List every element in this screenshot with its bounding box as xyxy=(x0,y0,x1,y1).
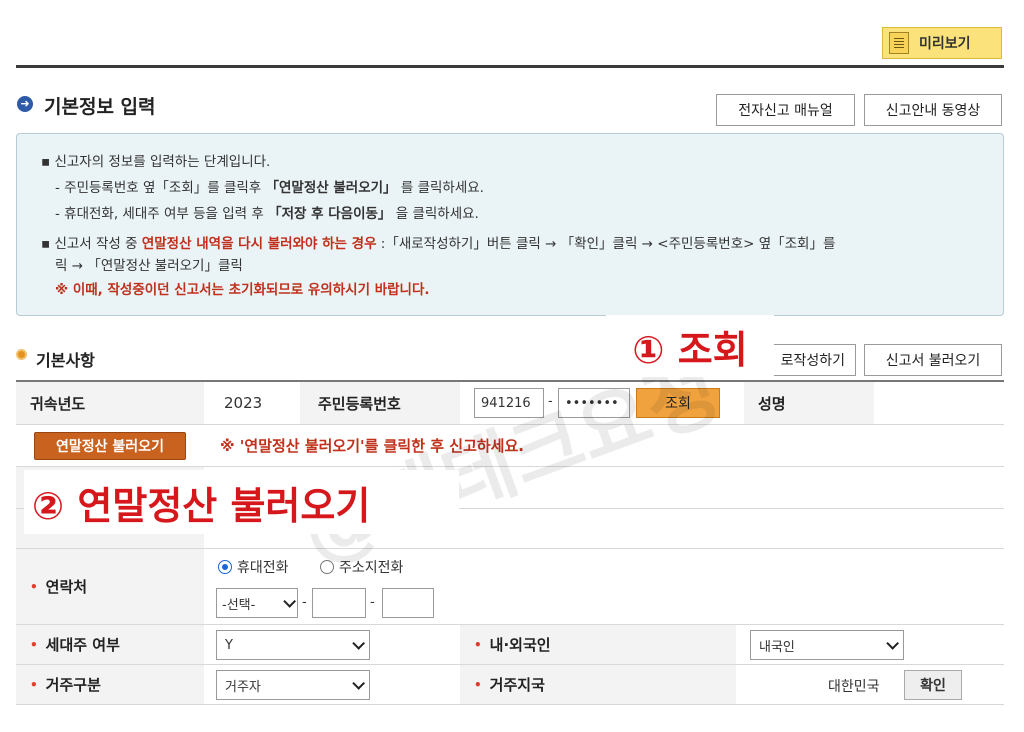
page-title: 기본정보 입력 xyxy=(44,96,156,118)
name-label: 성명 xyxy=(744,382,874,424)
arrow-circle-icon: ➜ xyxy=(17,96,33,112)
table-row: 연말정산 불러오기 ※ '연말정산 불러오기'를 클릭한 후 신고하세요. xyxy=(16,425,1004,467)
householder-label: 세대주 여부 xyxy=(45,636,120,654)
radio-mobile[interactable]: 휴대전화 xyxy=(218,557,289,577)
rrn-label: 주민등록번호 xyxy=(300,382,460,424)
required-mark: • xyxy=(474,677,482,692)
radio-home[interactable]: 주소지전화 xyxy=(320,557,403,577)
phone-last-input[interactable] xyxy=(382,588,434,618)
rrn-cell: 941216 - ••••••• 조회 xyxy=(460,382,744,424)
info-line-1: ▪ 신고자의 정보를 입력하는 단계입니다. xyxy=(41,154,271,170)
bullet-icon xyxy=(16,349,27,360)
nationality-label: 내·외국인 xyxy=(489,636,551,654)
annotation-step-2: ② 연말정산 불러오기 xyxy=(24,470,459,534)
chevron-down-icon xyxy=(352,636,365,650)
top-divider xyxy=(16,65,1004,68)
confirm-button[interactable]: 확인 xyxy=(904,670,962,700)
residence-country-label: 거주지국 xyxy=(489,676,545,694)
info-line-3-post: 을 클릭하세요. xyxy=(391,206,479,222)
nationality-value: 내국인 xyxy=(759,639,795,655)
nationality-select[interactable]: 내국인 xyxy=(750,630,904,660)
radio-mobile-label: 휴대전화 xyxy=(237,560,289,576)
info-line-3-bold: 「저장 후 다음이동」 xyxy=(268,206,392,222)
info-line-4: ▪ 신고서 작성 중 연말정산 내역을 다시 불러와야 하는 경우 :「새로작성… xyxy=(41,232,835,252)
info-line-4-red: 연말정산 내역을 다시 불러와야 하는 경우 xyxy=(141,236,377,252)
householder-select[interactable]: Y xyxy=(216,630,370,660)
householder-cell: Y xyxy=(204,625,460,664)
residence-label: 거주구분 xyxy=(45,676,101,694)
table-row: • 연락처 휴대전화 주소지전화 -선택- - - xyxy=(16,549,1004,625)
info-line-2-bold: 「연말정산 불러오기」 xyxy=(265,180,397,196)
residence-country-cell: 대한민국 확인 xyxy=(736,665,1004,704)
table-row: • 거주구분 거주자 • 거주지국 대한민국 확인 xyxy=(16,665,1004,705)
annotation-step-1: ① 조회 xyxy=(606,315,774,377)
phone-sep-2: - xyxy=(370,595,375,610)
contact-cell: 휴대전화 주소지전화 -선택- - - xyxy=(204,549,604,624)
contact-label: 연락처 xyxy=(45,578,88,596)
phone-prefix-select[interactable]: -선택- xyxy=(216,588,298,618)
required-mark: • xyxy=(30,677,38,692)
residence-country-value: 대한민국 xyxy=(828,679,880,695)
rrn-back-input[interactable]: ••••••• xyxy=(558,388,630,418)
chevron-down-icon xyxy=(886,636,899,650)
year-value: 2023 xyxy=(224,394,263,412)
chevron-down-icon xyxy=(283,594,296,608)
yearend-load-button[interactable]: 연말정산 불러오기 xyxy=(34,431,186,460)
phone-sep-1: - xyxy=(302,595,307,610)
info-line-2-post: 를 클릭하세요. xyxy=(396,180,484,196)
residence-country-label-cell: • 거주지국 xyxy=(460,665,736,704)
residence-value: 거주자 xyxy=(225,679,261,695)
householder-value: Y xyxy=(225,637,233,653)
householder-label-cell: • 세대주 여부 xyxy=(16,625,204,664)
radio-checked-icon xyxy=(218,560,232,574)
name-value xyxy=(874,382,1004,424)
nationality-label-cell: • 내·외국인 xyxy=(460,625,736,664)
info-box: ▪ 신고자의 정보를 입력하는 단계입니다. - 주민등록번호 옆「조회」를 클… xyxy=(16,133,1004,316)
info-line-3-pre: - 휴대전화, 세대주 여부 등을 입력 후 xyxy=(55,206,269,222)
info-line-5: 릭 → 「연말정산 불러오기」클릭 xyxy=(55,258,243,274)
radio-home-label: 주소지전화 xyxy=(339,560,404,576)
phone-middle-input[interactable] xyxy=(312,588,366,618)
basics-title: 기본사항 xyxy=(36,351,95,370)
yearend-notice: ※ '연말정산 불러오기'를 클릭한 후 신고하세요. xyxy=(220,437,524,455)
video-guide-button[interactable]: 신고안내 동영상 xyxy=(864,94,1002,126)
table-row: • 세대주 여부 Y • 내·외국인 내국인 xyxy=(16,625,1004,665)
year-label: 귀속년도 xyxy=(16,382,204,424)
required-mark: • xyxy=(30,637,38,652)
contact-label-cell: • 연락처 xyxy=(16,549,204,624)
preview-button[interactable]: 미리보기 xyxy=(882,27,1002,59)
chevron-down-icon xyxy=(352,676,365,690)
yearend-cell: 연말정산 불러오기 xyxy=(16,425,204,466)
rrn-front-input[interactable]: 941216 xyxy=(474,388,544,418)
table-row: 귀속년도 2023 주민등록번호 941216 - ••••••• 조회 성명 xyxy=(16,382,1004,425)
phone-prefix-value: -선택- xyxy=(222,597,256,613)
info-line-4-pre: ▪ 신고서 작성 중 xyxy=(41,236,142,252)
lookup-button[interactable]: 조회 xyxy=(636,388,720,418)
document-icon xyxy=(889,32,909,54)
info-line-2-pre: - 주민등록번호 옆「조회」를 클릭후 xyxy=(55,180,266,196)
required-mark: • xyxy=(30,579,38,594)
residence-select[interactable]: 거주자 xyxy=(216,670,370,700)
basics-table: 귀속년도 2023 주민등록번호 941216 - ••••••• 조회 성명 … xyxy=(16,380,1004,706)
info-line-4-post: :「새로작성하기」버튼 클릭 → 「확인」클릭 → <주민등록번호> 옆「조회」… xyxy=(376,236,836,252)
rrn-separator: - xyxy=(548,394,553,409)
residence-cell: 거주자 xyxy=(204,665,460,704)
info-line-2: - 주민등록번호 옆「조회」를 클릭후 「연말정산 불러오기」 를 클릭하세요. xyxy=(55,176,484,196)
preview-label: 미리보기 xyxy=(919,36,971,52)
radio-unchecked-icon xyxy=(320,560,334,574)
load-report-button[interactable]: 신고서 불러오기 xyxy=(864,344,1002,376)
required-mark: • xyxy=(474,637,482,652)
residence-label-cell: • 거주구분 xyxy=(16,665,204,704)
manual-button[interactable]: 전자신고 매뉴얼 xyxy=(716,94,855,126)
nationality-cell: 내국인 xyxy=(736,625,1004,664)
info-line-6-warning: ※ 이때, 작성중이던 신고서는 초기화되므로 유의하시기 바랍니다. xyxy=(55,282,430,298)
info-line-3: - 휴대전화, 세대주 여부 등을 입력 후 「저장 후 다음이동」 을 클릭하… xyxy=(55,202,479,222)
